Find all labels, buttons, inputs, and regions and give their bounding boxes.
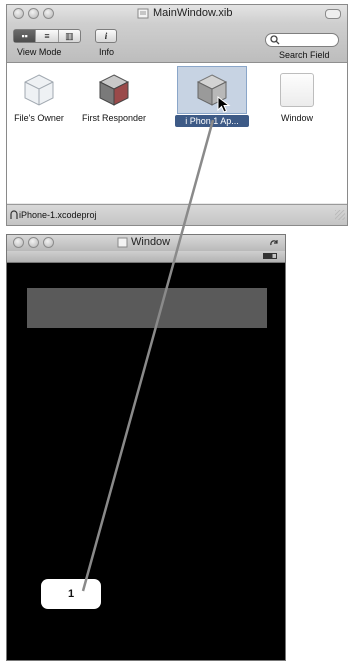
info-icon: i: [104, 31, 108, 41]
xib-status-bar: iPhone-1.xcodeproj: [7, 204, 347, 225]
info-label: Info: [99, 47, 115, 57]
window-icon: [280, 73, 314, 107]
first-responder-object[interactable]: First Responder: [79, 71, 149, 131]
object-label: i Phon 1 Ap...: [175, 115, 249, 127]
xib-objects-area: File's Owner First Responder i Phon 1 Ap…: [7, 63, 347, 203]
xib-document-icon: [137, 8, 149, 19]
translucent-cube-icon: [24, 74, 54, 106]
files-owner-object[interactable]: File's Owner: [13, 71, 65, 131]
window-object[interactable]: Window: [269, 71, 325, 131]
window-title-text: Window: [131, 236, 171, 248]
xib-title: MainWindow.xib: [137, 7, 232, 19]
search-field-label: Search Field: [279, 50, 330, 60]
window-title-bar: Window: [7, 235, 285, 251]
minimize-button[interactable]: [28, 8, 39, 19]
search-icon: [270, 35, 280, 45]
xib-title-text: MainWindow.xib: [153, 7, 233, 19]
cursor-arrow-icon: [217, 96, 231, 113]
red-cube-icon: [98, 74, 130, 106]
connection-target-callout[interactable]: 1: [41, 579, 101, 609]
object-label: File's Owner: [14, 113, 64, 123]
resize-grip[interactable]: [335, 210, 345, 220]
zoom-button[interactable]: [43, 8, 54, 19]
view-mode-label: View Mode: [17, 47, 62, 57]
xib-document-window: MainWindow.xib ▪▪ ≡ ▥ View Mode i Info S…: [6, 4, 348, 226]
project-name: iPhone-1.xcodeproj: [19, 210, 97, 220]
window-doc-icon: [117, 237, 128, 247]
icon-view-segment[interactable]: ▪▪: [14, 30, 37, 42]
object-label: Window: [280, 113, 313, 123]
rotate-icon[interactable]: [269, 239, 279, 247]
toolbar-toggle-button[interactable]: [325, 9, 341, 19]
close-button[interactable]: [13, 8, 24, 19]
window-title: Window: [117, 236, 170, 248]
info-button[interactable]: i: [95, 29, 117, 43]
iphone-window: Window 1: [6, 234, 286, 661]
app-delegate-object[interactable]: i Phon 1 Ap...: [173, 66, 251, 131]
close-button[interactable]: [13, 237, 24, 248]
column-view-segment[interactable]: ▥: [59, 30, 80, 42]
project-icon: [10, 210, 18, 219]
xib-title-bar: MainWindow.xib: [7, 5, 347, 23]
search-input[interactable]: [265, 33, 339, 47]
placeholder-bar: [27, 288, 267, 328]
object-label: First Responder: [81, 113, 147, 123]
zoom-button[interactable]: [43, 237, 54, 248]
list-view-segment[interactable]: ≡: [36, 30, 59, 42]
xib-toolbar: ▪▪ ≡ ▥ View Mode i Info Search Field: [7, 23, 347, 63]
minimize-button[interactable]: [28, 237, 39, 248]
view-mode-segmented-control[interactable]: ▪▪ ≡ ▥: [13, 29, 81, 43]
simulated-status-bar: [7, 251, 285, 263]
battery-icon: [263, 253, 277, 259]
